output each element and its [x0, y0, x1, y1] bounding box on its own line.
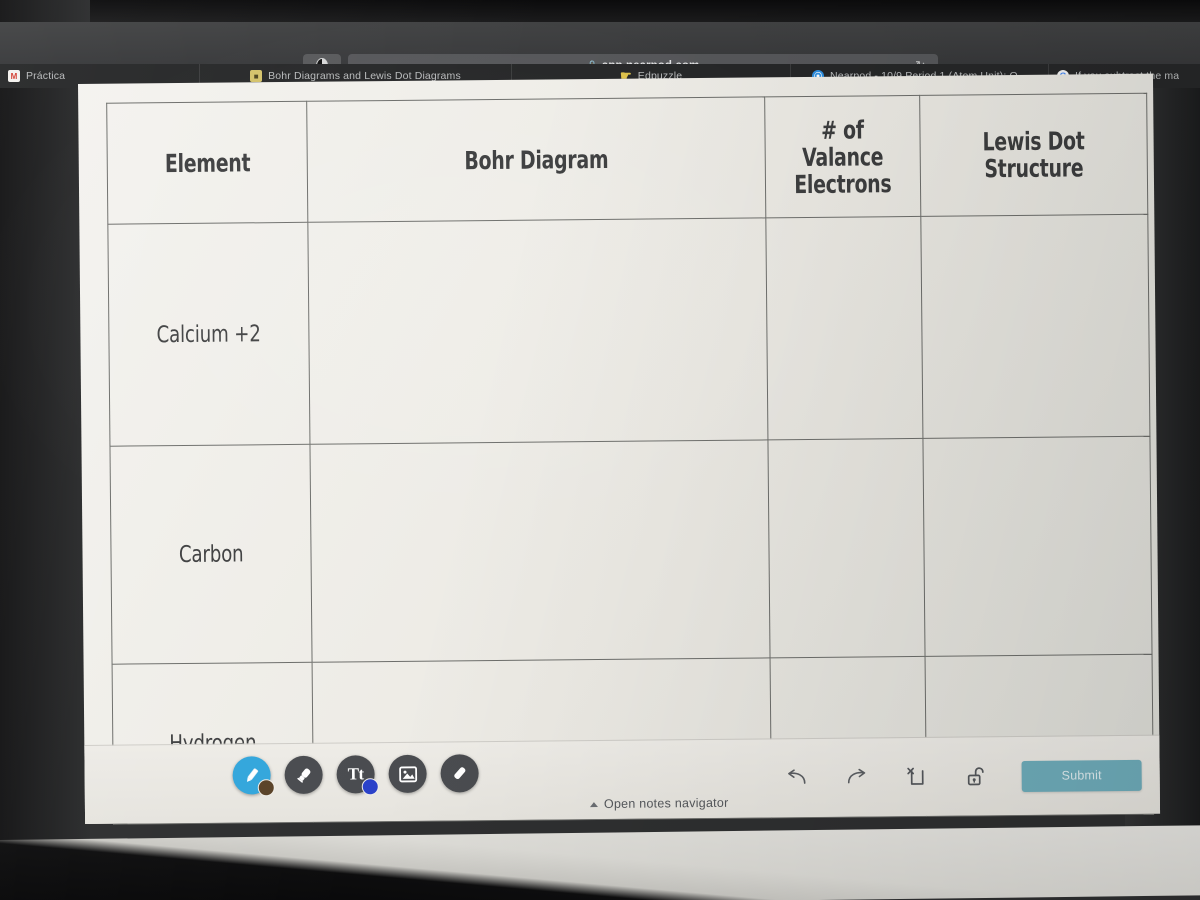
slides-favicon: ■ — [250, 70, 263, 82]
text-icon: Tt — [347, 764, 364, 784]
column-header-label-line2: Electrons — [794, 168, 892, 199]
screen-bezel-left — [0, 0, 90, 900]
submit-label: Submit — [1061, 768, 1102, 783]
worksheet-canvas[interactable]: Element Bohr Diagram # of Valance Electr… — [78, 73, 1161, 825]
element-label: Carbon — [178, 540, 244, 568]
drawing-tools-group: Tt — [232, 754, 479, 797]
image-tool[interactable] — [388, 754, 427, 794]
laptop-screen-photo: 🔒 app.nearpod.com ↻ M Práctica ■ Bohr Di… — [0, 0, 1200, 900]
toolbar-right-controls: Submit — [781, 736, 1142, 817]
nearpod-page: Element Bohr Diagram # of Valance Electr… — [78, 73, 1161, 825]
column-header-valence-electrons: # of Valance Electrons — [764, 95, 921, 218]
bohr-diagram-worksheet-table: Element Bohr Diagram # of Valance Electr… — [106, 93, 1154, 825]
text-tool[interactable]: Tt — [336, 755, 379, 796]
cell-valence-electrons[interactable] — [765, 216, 923, 440]
text-color-swatch[interactable] — [361, 778, 379, 796]
redo-arrow-icon — [847, 768, 866, 784]
highlighter-tool[interactable] — [284, 755, 323, 795]
laptop-lower-bezel — [0, 824, 1200, 900]
mail-favicon: M — [8, 70, 20, 82]
cell-element-name: Carbon — [109, 444, 313, 665]
table-header-row: Element Bohr Diagram # of Valance Electr… — [106, 93, 1148, 225]
cell-bohr-diagram[interactable] — [307, 217, 768, 445]
clear-page-button[interactable] — [902, 762, 932, 792]
eraser-icon — [454, 767, 466, 780]
cell-lewis-dot[interactable] — [920, 214, 1150, 439]
cell-bohr-diagram[interactable] — [309, 439, 771, 663]
cell-valence-electrons[interactable] — [767, 438, 926, 658]
undo-button[interactable] — [782, 763, 812, 793]
column-header-label: Lewis Dot Structure — [982, 126, 1085, 184]
column-header-element: Element — [106, 101, 308, 225]
clear-page-icon — [907, 767, 924, 785]
element-label: Calcium +2 — [156, 320, 262, 348]
submit-button[interactable]: Submit — [1021, 759, 1142, 792]
undo-arrow-icon — [788, 769, 806, 784]
tab-label: Práctica — [26, 70, 66, 82]
column-header-label: Element — [164, 147, 251, 178]
nearpod-bottom-toolbar: Tt Open notes navigator Submit — [84, 734, 1161, 824]
pen-color-swatch[interactable] — [257, 779, 275, 797]
column-header-label: Bohr Diagram — [464, 144, 609, 175]
cell-lewis-dot[interactable] — [922, 436, 1153, 657]
eraser-tool[interactable] — [440, 754, 479, 793]
unlock-button[interactable] — [962, 761, 992, 791]
column-header-lewis-dot-structure: Lewis Dot Structure — [919, 93, 1148, 217]
open-notes-navigator-button[interactable]: Open notes navigator — [589, 795, 729, 811]
notes-navigator-label: Open notes navigator — [603, 795, 729, 811]
pen-tool[interactable] — [232, 756, 275, 797]
column-header-bohr-diagram: Bohr Diagram — [306, 96, 766, 223]
caret-up-icon — [589, 801, 598, 807]
table-row: Calcium +2 — [107, 214, 1150, 447]
marker-icon — [296, 768, 310, 783]
image-icon — [398, 765, 417, 782]
browser-toolbar: 🔒 app.nearpod.com ↻ — [0, 22, 1200, 77]
cell-element-name: Calcium +2 — [107, 222, 310, 447]
column-header-label-line1: # of Valance — [802, 114, 884, 172]
table-row: Carbon — [109, 436, 1153, 665]
unlock-padlock-icon — [967, 767, 984, 786]
redo-button[interactable] — [842, 762, 872, 792]
